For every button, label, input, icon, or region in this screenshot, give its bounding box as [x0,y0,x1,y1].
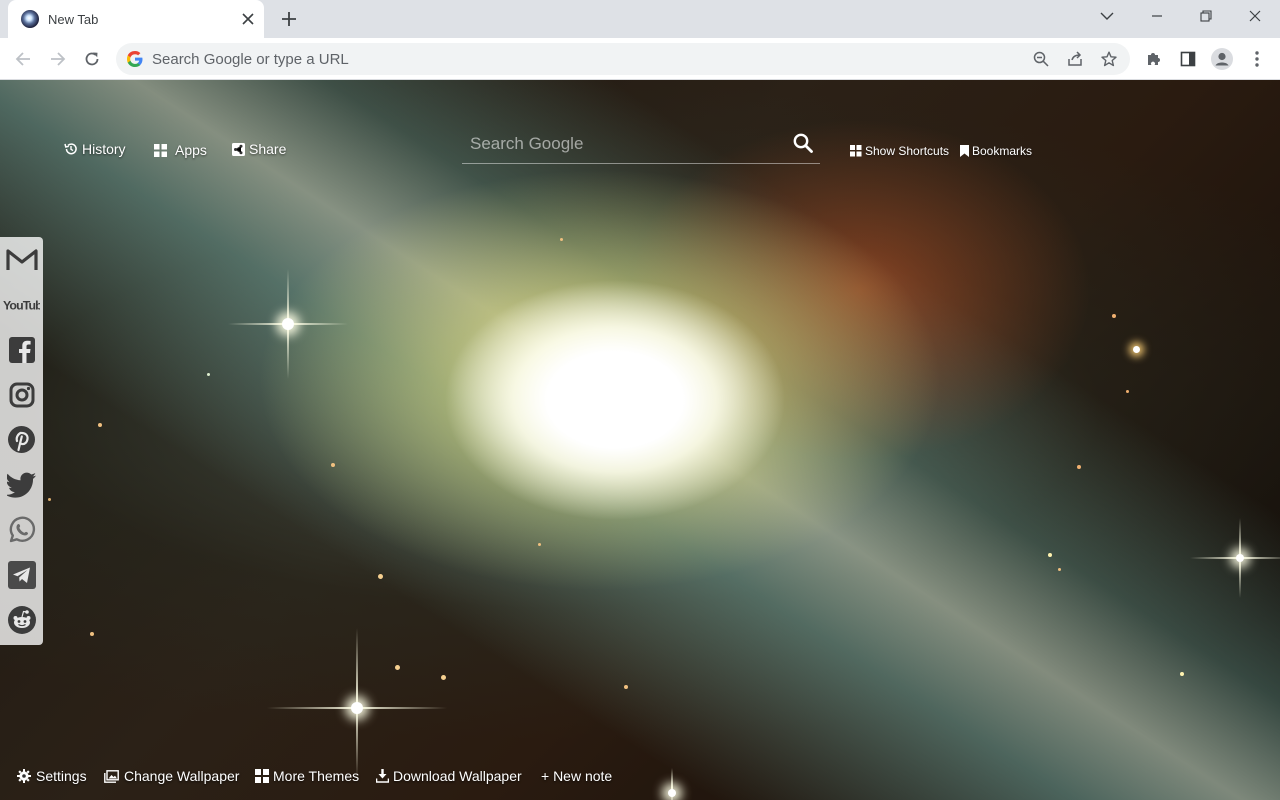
twitter-link[interactable] [3,466,40,503]
show-shortcuts-label: Show Shortcuts [865,144,950,158]
browser-toolbar: Search Google or type a URL [0,38,1280,80]
menu-button[interactable] [1245,47,1269,71]
bookmark-icon [960,145,969,157]
close-tab-button[interactable] [238,9,258,29]
whatsapp-icon [9,516,35,542]
history-label: History [82,141,126,157]
new-tab-page: History Apps Share Show Shortcuts Bookma… [0,80,1280,800]
bookmarks-label: Bookmarks [972,144,1033,158]
settings-link[interactable]: Settings [17,768,87,784]
arrow-left-icon [15,52,30,66]
youtube-link[interactable]: YouTube [3,286,40,323]
minimize-icon [1152,15,1162,17]
search-icon[interactable] [792,132,814,154]
close-window-button[interactable] [1239,4,1271,28]
bookmarks-link[interactable]: Bookmarks [960,144,1032,158]
galaxy-favicon-icon [21,10,39,28]
restore-button[interactable] [1190,4,1222,28]
bookmark-star-button[interactable] [1096,46,1122,72]
shortcuts-grid-icon [850,145,862,157]
tab-title: New Tab [48,11,99,27]
settings-label: Settings [36,768,87,784]
tab-search-button[interactable] [1091,4,1123,28]
share-icon [1068,51,1082,66]
extensions-button[interactable] [1142,47,1166,71]
reddit-icon [7,605,36,634]
gmail-icon [5,248,38,270]
google-g-icon [127,51,143,67]
forward-button[interactable] [46,47,70,71]
change-wallpaper-label: Change Wallpaper [124,768,240,784]
history-icon [64,143,77,155]
share-link[interactable]: Share [232,141,286,157]
gear-icon [17,769,31,783]
search-input[interactable] [470,132,780,156]
new-note-link[interactable]: + New note [541,768,612,784]
instagram-icon [9,382,34,407]
google-search-box [462,126,820,164]
kebab-menu-icon [1255,51,1259,67]
share-square-icon [232,142,245,156]
download-wallpaper-link[interactable]: Download Wallpaper [376,768,522,784]
omnibox[interactable]: Search Google or type a URL [116,43,1130,75]
whatsapp-link[interactable] [3,511,40,548]
twitter-icon [6,472,36,498]
history-link[interactable]: History [64,141,126,157]
puzzle-icon [1148,53,1160,65]
more-themes-link[interactable]: More Themes [255,768,359,784]
show-shortcuts-link[interactable]: Show Shortcuts [850,144,949,158]
arrow-right-icon [51,52,66,66]
close-icon [242,13,254,25]
side-panel-icon [1180,51,1196,67]
social-sidebar: YouTube [0,237,43,645]
avatar-icon [1211,48,1233,70]
back-button[interactable] [11,47,35,71]
svg-text:YouTube: YouTube [3,298,40,312]
plus-icon [282,12,296,26]
apps-link[interactable]: Apps [154,142,207,158]
zoom-button[interactable] [1028,46,1054,72]
facebook-icon [8,336,35,363]
reload-icon [85,52,99,66]
share-label: Share [249,141,287,157]
apps-grid-icon [154,143,167,157]
image-icon [104,769,119,783]
gmail-link[interactable] [3,241,40,278]
themes-grid-icon [255,769,269,783]
reddit-link[interactable] [3,601,40,638]
change-wallpaper-link[interactable]: Change Wallpaper [104,768,239,784]
tab-strip: New Tab [0,0,1280,38]
tab-new-tab[interactable]: New Tab [8,0,264,38]
facebook-link[interactable] [3,331,40,368]
download-wallpaper-label: Download Wallpaper [393,768,522,784]
new-tab-button[interactable] [277,7,301,31]
minimize-button[interactable] [1141,4,1173,28]
profile-button[interactable] [1210,47,1234,71]
apps-label: Apps [175,142,207,158]
more-themes-label: More Themes [273,768,360,784]
youtube-icon: YouTube [3,298,40,312]
chevron-down-icon [1100,12,1114,20]
pinterest-icon [8,426,35,453]
telegram-link[interactable] [3,556,40,593]
side-panel-button[interactable] [1176,47,1200,71]
reload-button[interactable] [80,47,104,71]
share-page-button[interactable] [1062,46,1088,72]
restore-icon [1200,10,1212,22]
download-icon [376,769,389,783]
instagram-link[interactable] [3,376,40,413]
star-icon [1101,51,1117,67]
close-icon [1249,10,1261,22]
pinterest-link[interactable] [3,421,40,458]
zoom-out-icon [1033,51,1049,67]
omnibox-placeholder: Search Google or type a URL [152,50,349,68]
telegram-icon [7,560,36,589]
new-note-label: + New note [541,768,613,784]
